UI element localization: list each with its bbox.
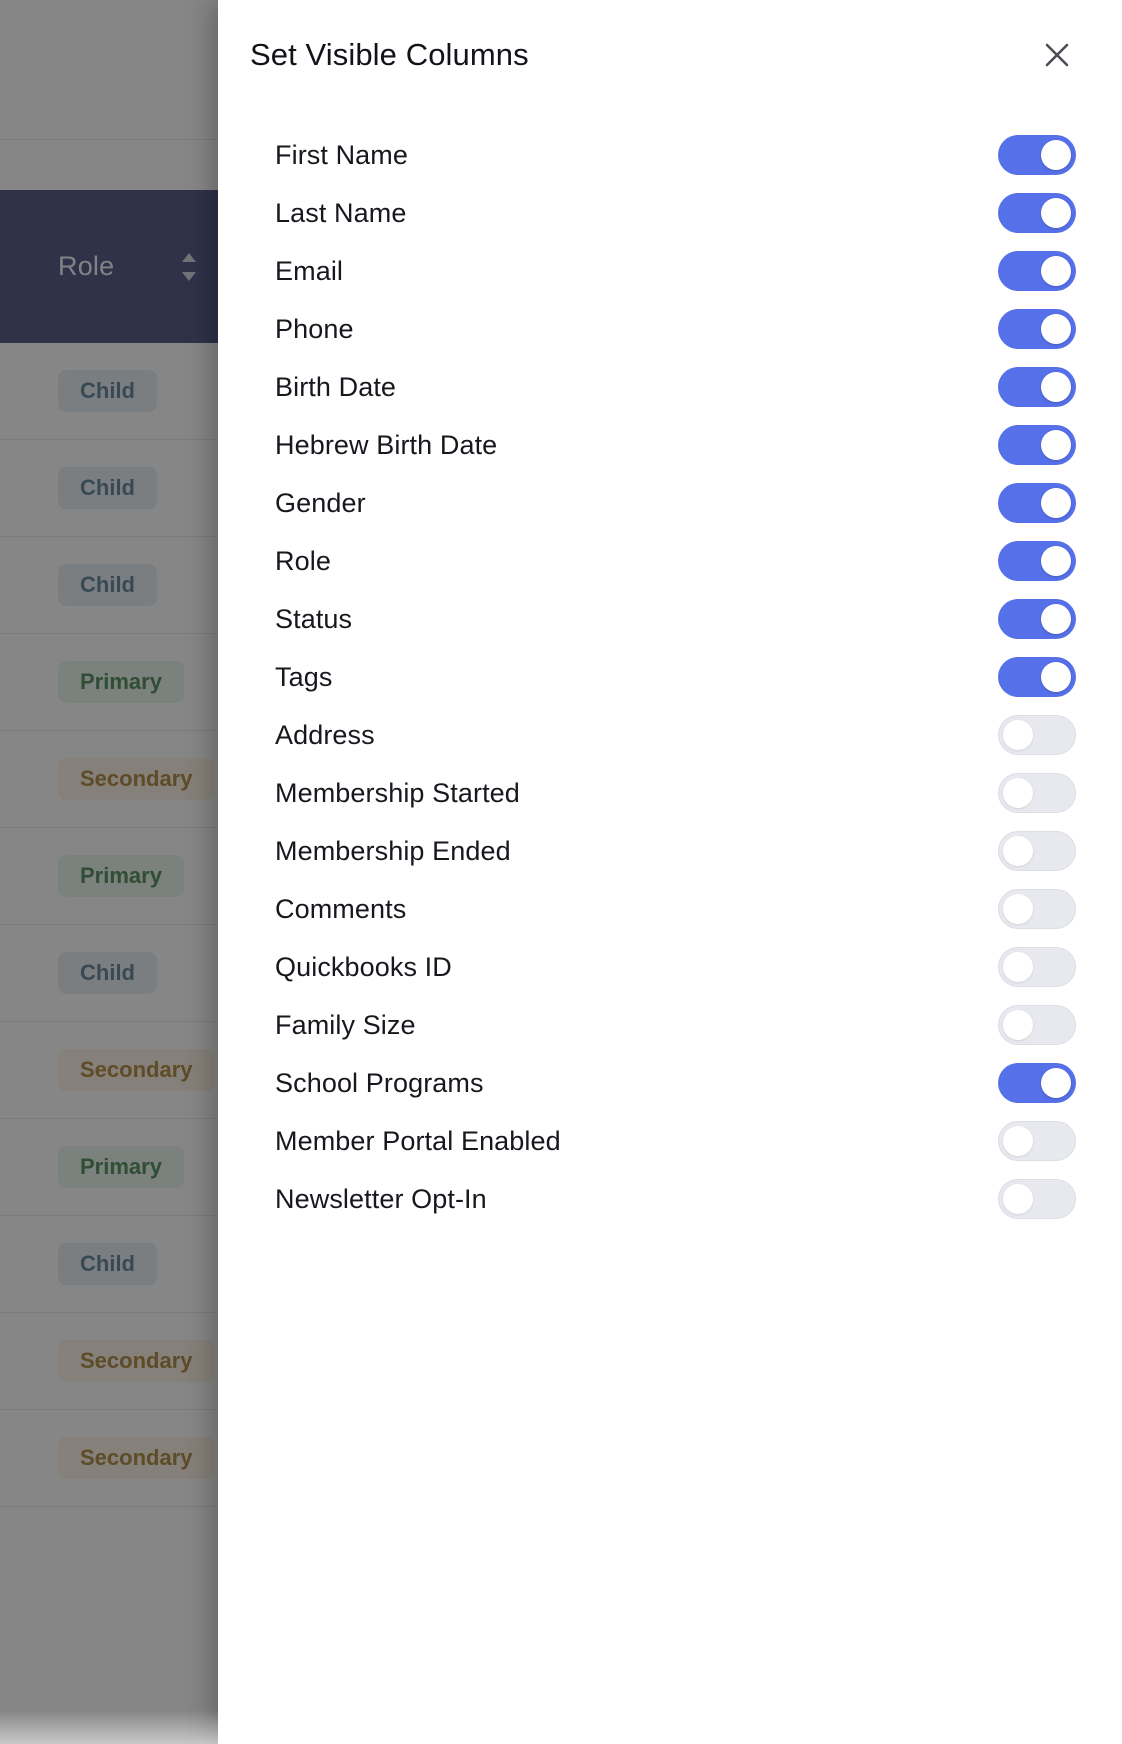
column-visibility-toggle[interactable] bbox=[998, 773, 1076, 813]
column-toggle-row[interactable]: Role bbox=[218, 532, 1122, 590]
dialog-title: Set Visible Columns bbox=[250, 37, 529, 72]
column-label: Status bbox=[275, 603, 353, 634]
column-toggle-row[interactable]: Hebrew Birth Date bbox=[218, 416, 1122, 474]
column-visibility-toggle[interactable] bbox=[998, 1179, 1076, 1219]
toggle-knob bbox=[1041, 546, 1071, 576]
column-toggle-row[interactable]: First Name bbox=[218, 126, 1122, 184]
column-label: Member Portal Enabled bbox=[275, 1125, 561, 1156]
column-toggle-list: First Name Last Name Email Phone Birth Date H… bbox=[218, 110, 1122, 1744]
column-label: Newsletter Opt-In bbox=[275, 1183, 487, 1214]
role-badge: Secondary bbox=[58, 1339, 215, 1383]
column-label: Quickbooks ID bbox=[275, 951, 452, 982]
toggle-knob bbox=[1003, 836, 1033, 866]
toggle-knob bbox=[1003, 1010, 1033, 1040]
column-toggle-row[interactable]: Member Portal Enabled bbox=[218, 1112, 1122, 1170]
column-label: Tags bbox=[275, 661, 333, 692]
sort-chevrons-icon[interactable] bbox=[178, 250, 200, 284]
toggle-knob bbox=[1041, 604, 1071, 634]
column-toggle-row[interactable]: Family Size bbox=[218, 996, 1122, 1054]
toggle-knob bbox=[1041, 372, 1071, 402]
role-badge: Secondary bbox=[58, 757, 215, 801]
column-visibility-toggle[interactable] bbox=[998, 193, 1076, 233]
column-visibility-toggle[interactable] bbox=[998, 135, 1076, 175]
column-toggle-row[interactable]: Email bbox=[218, 242, 1122, 300]
close-icon bbox=[1042, 40, 1072, 70]
toggle-knob bbox=[1003, 894, 1033, 924]
column-label: Role bbox=[275, 545, 331, 576]
column-toggle-row[interactable]: Comments bbox=[218, 880, 1122, 938]
column-label: Gender bbox=[275, 487, 366, 518]
column-visibility-toggle[interactable] bbox=[998, 657, 1076, 697]
toggle-knob bbox=[1041, 1068, 1071, 1098]
role-badge: Secondary bbox=[58, 1048, 215, 1092]
column-label: Phone bbox=[275, 313, 354, 344]
dialog-header: Set Visible Columns bbox=[218, 0, 1122, 110]
role-badge: Primary bbox=[58, 660, 184, 704]
column-visibility-toggle[interactable] bbox=[998, 947, 1076, 987]
column-toggle-row[interactable]: Last Name bbox=[218, 184, 1122, 242]
role-badge: Secondary bbox=[58, 1436, 215, 1480]
column-visibility-toggle[interactable] bbox=[998, 599, 1076, 639]
column-visibility-toggle[interactable] bbox=[998, 483, 1076, 523]
role-badge: Child bbox=[58, 951, 157, 995]
toggle-knob bbox=[1003, 952, 1033, 982]
column-label: Membership Started bbox=[275, 777, 520, 808]
close-button[interactable] bbox=[1034, 32, 1080, 78]
column-visibility-toggle[interactable] bbox=[998, 889, 1076, 929]
column-visibility-toggle[interactable] bbox=[998, 251, 1076, 291]
toggle-knob bbox=[1003, 720, 1033, 750]
toggle-knob bbox=[1041, 662, 1071, 692]
toggle-knob bbox=[1041, 256, 1071, 286]
column-toggle-row[interactable]: Address bbox=[218, 706, 1122, 764]
toggle-knob bbox=[1003, 1184, 1033, 1214]
column-toggle-row[interactable]: Tags bbox=[218, 648, 1122, 706]
column-visibility-toggle[interactable] bbox=[998, 367, 1076, 407]
column-label: Membership Ended bbox=[275, 835, 511, 866]
column-toggle-row[interactable]: Birth Date bbox=[218, 358, 1122, 416]
role-badge: Primary bbox=[58, 1145, 184, 1189]
column-label: Birth Date bbox=[275, 371, 397, 402]
toggle-knob bbox=[1003, 1126, 1033, 1156]
column-toggle-row[interactable]: Newsletter Opt-In bbox=[218, 1170, 1122, 1228]
column-label: Family Size bbox=[275, 1009, 416, 1040]
column-toggle-row[interactable]: Phone bbox=[218, 300, 1122, 358]
column-visibility-toggle[interactable] bbox=[998, 1121, 1076, 1161]
toggle-knob bbox=[1041, 198, 1071, 228]
role-badge: Child bbox=[58, 466, 157, 510]
column-visibility-toggle[interactable] bbox=[998, 1005, 1076, 1045]
column-toggle-row[interactable]: Status bbox=[218, 590, 1122, 648]
column-toggle-row[interactable]: Membership Started bbox=[218, 764, 1122, 822]
column-visibility-toggle[interactable] bbox=[998, 1063, 1076, 1103]
column-label: Address bbox=[275, 719, 375, 750]
column-label: School Programs bbox=[275, 1067, 484, 1098]
screen: Role Child Child Child Primary Secondary Prim… bbox=[0, 0, 1122, 1744]
toggle-knob bbox=[1003, 778, 1033, 808]
column-label: Hebrew Birth Date bbox=[275, 429, 498, 460]
column-toggle-row[interactable]: Gender bbox=[218, 474, 1122, 532]
column-visibility-toggle[interactable] bbox=[998, 309, 1076, 349]
role-badge: Child bbox=[58, 1242, 157, 1286]
role-badge: Child bbox=[58, 369, 157, 413]
column-label: First Name bbox=[275, 139, 409, 170]
set-visible-columns-dialog: Set Visible Columns First Name Last Name E… bbox=[218, 0, 1122, 1744]
column-toggle-row[interactable]: School Programs bbox=[218, 1054, 1122, 1112]
toggle-knob bbox=[1041, 430, 1071, 460]
role-badge: Child bbox=[58, 563, 157, 607]
column-toggle-row[interactable]: Quickbooks ID bbox=[218, 938, 1122, 996]
column-visibility-toggle[interactable] bbox=[998, 831, 1076, 871]
column-visibility-toggle[interactable] bbox=[998, 541, 1076, 581]
toggle-knob bbox=[1041, 488, 1071, 518]
column-label: Email bbox=[275, 255, 344, 286]
role-badge: Primary bbox=[58, 854, 184, 898]
column-toggle-row[interactable]: Membership Ended bbox=[218, 822, 1122, 880]
column-visibility-toggle[interactable] bbox=[998, 425, 1076, 465]
column-visibility-toggle[interactable] bbox=[998, 715, 1076, 755]
toggle-knob bbox=[1041, 140, 1071, 170]
column-label: Comments bbox=[275, 893, 407, 924]
toggle-knob bbox=[1041, 314, 1071, 344]
column-header-label: Role bbox=[58, 251, 115, 281]
column-label: Last Name bbox=[275, 197, 407, 228]
